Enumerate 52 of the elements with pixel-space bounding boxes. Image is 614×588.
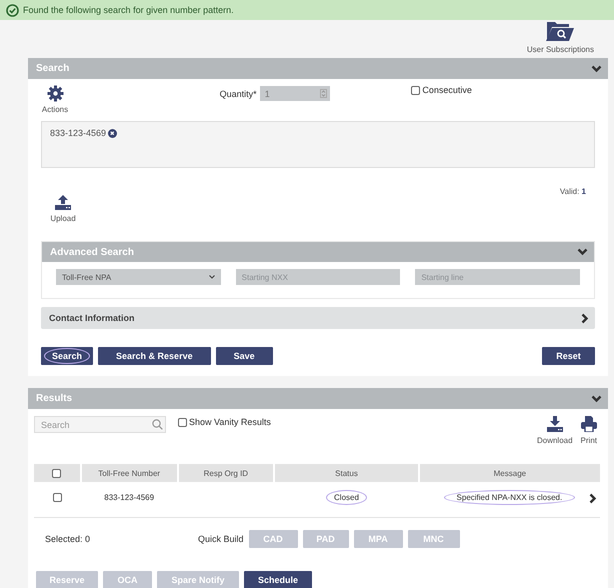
download-button[interactable]: Download: [536, 416, 573, 445]
select-all-checkbox[interactable]: [52, 468, 62, 478]
row-chevron-icon[interactable]: [589, 493, 597, 504]
upload-icon: [55, 195, 71, 210]
user-subscriptions-link[interactable]: User Subscriptions: [526, 20, 594, 54]
section-title: Advanced Search: [50, 246, 134, 258]
download-icon: [546, 416, 563, 432]
panel-title: Search: [36, 63, 70, 74]
quick-build-label: Quick Build: [198, 534, 244, 544]
column-header: Resp Org ID: [178, 464, 274, 482]
action-button[interactable]: Search: [41, 347, 94, 365]
search-icon: [152, 419, 163, 430]
vanity-checkbox[interactable]: [178, 418, 187, 426]
search-field[interactable]: Search: [34, 416, 166, 433]
dropdown-caret-icon: [208, 275, 215, 279]
contact-information-bar[interactable]: Contact Information: [41, 307, 595, 329]
folder-search-icon: [545, 21, 576, 41]
collapse-chevron-icon[interactable]: [591, 64, 602, 72]
check-circle-icon: [6, 4, 19, 16]
reset-button[interactable]: Reset: [542, 347, 595, 365]
action-button[interactable]: Search & Reserve: [98, 347, 211, 365]
vanity-label: Show Vanity Results: [189, 417, 271, 427]
collapse-chevron-icon[interactable]: [591, 394, 602, 402]
expand-chevron-icon[interactable]: [581, 312, 589, 324]
npa-select[interactable]: Toll-Free NPA: [56, 269, 221, 285]
print-button[interactable]: Print: [580, 416, 597, 445]
remove-icon[interactable]: [108, 128, 118, 138]
status-text: Closed: [326, 490, 367, 505]
collapse-chevron-icon[interactable]: [577, 248, 588, 256]
message-text: Specified NPA-NXX is closed.: [444, 490, 576, 505]
column-header: Message: [418, 464, 600, 482]
upload-button[interactable]: Upload: [51, 195, 75, 223]
panel-title: Results: [36, 393, 72, 404]
table-cell: 833-123-4569: [80, 482, 178, 513]
consecutive-checkbox[interactable]: [411, 86, 420, 94]
row-checkbox[interactable]: [52, 493, 62, 502]
text-field[interactable]: Starting line: [415, 269, 580, 285]
number-input-box[interactable]: 833-123-4569: [41, 121, 595, 168]
settings-icon: [46, 85, 64, 102]
banner-message: Found the following search for given number pattern.: [23, 5, 234, 15]
quantity-label: Quantity*: [220, 88, 257, 99]
action-button[interactable]: Save: [216, 347, 273, 365]
selected-count: Selected: 0: [45, 534, 92, 544]
number-tag: 833-123-4569: [50, 128, 106, 138]
text-field[interactable]: Starting NXX: [236, 269, 400, 285]
column-header: Toll-Free Number: [80, 464, 178, 482]
column-header: Status: [274, 464, 419, 482]
printer-icon: [580, 416, 597, 432]
actions-button[interactable]: Actions: [41, 85, 69, 121]
action-button[interactable]: Schedule: [244, 571, 312, 588]
consecutive-label: Consecutive: [422, 85, 472, 95]
valid-count: Valid: 1: [560, 187, 586, 196]
